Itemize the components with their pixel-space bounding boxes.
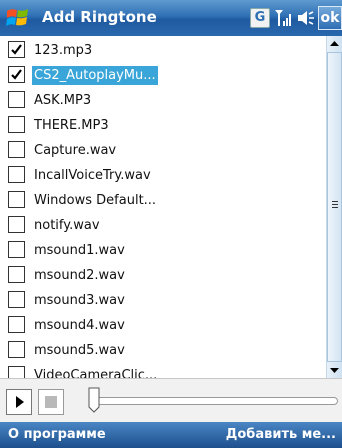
file-name: VideoCameraClic...: [34, 368, 158, 378]
file-list-item[interactable]: msound4.wav: [0, 313, 326, 338]
file-name: msound2.wav: [34, 268, 125, 283]
file-list-item[interactable]: Windows Default...: [0, 188, 326, 213]
seek-track[interactable]: [94, 397, 338, 405]
file-list-item[interactable]: msound5.wav: [0, 338, 326, 363]
file-checkbox[interactable]: [8, 41, 25, 58]
file-name: msound3.wav: [34, 293, 125, 308]
checkmark-icon: [11, 69, 22, 80]
window-title: Add Ringtone: [42, 8, 157, 26]
preview-player: [0, 378, 342, 423]
file-list-item[interactable]: 123.mp3: [0, 38, 326, 63]
file-checkbox[interactable]: [8, 341, 25, 358]
file-checkbox[interactable]: [8, 66, 25, 83]
file-name: ASK.MP3: [34, 93, 92, 108]
file-checkbox[interactable]: [8, 191, 25, 208]
file-name: 123.mp3: [34, 43, 93, 58]
file-list-item[interactable]: msound2.wav: [0, 263, 326, 288]
start-windows-icon[interactable]: [4, 5, 32, 31]
file-name: msound4.wav: [34, 318, 125, 333]
file-list-item[interactable]: notify.wav: [0, 213, 326, 238]
file-checkbox[interactable]: [8, 266, 25, 283]
list-scrollbar[interactable]: [326, 36, 342, 378]
file-checkbox[interactable]: [8, 141, 25, 158]
file-list-item[interactable]: CS2_AutoplayMu...: [0, 63, 326, 88]
ringtone-file-list[interactable]: 123.mp3 CS2_AutoplayMu... ASK.MP3 THERE.MP3…: [0, 36, 326, 378]
scroll-down-button[interactable]: [327, 362, 342, 378]
file-name: msound1.wav: [34, 243, 125, 258]
file-list-item[interactable]: IncallVoiceTry.wav: [0, 163, 326, 188]
network-indicator[interactable]: G: [250, 8, 270, 28]
scroll-thumb[interactable]: [327, 52, 342, 362]
file-name: Windows Default...: [34, 193, 157, 208]
file-name: THERE.MP3: [34, 118, 109, 133]
file-checkbox[interactable]: [8, 366, 25, 378]
stop-button[interactable]: [38, 389, 64, 415]
play-button[interactable]: [6, 389, 32, 415]
file-list-item[interactable]: ASK.MP3: [0, 88, 326, 113]
scroll-up-button[interactable]: [327, 36, 342, 52]
file-checkbox[interactable]: [8, 91, 25, 108]
title-bar: Add Ringtone G ok: [0, 0, 342, 36]
ok-button[interactable]: ok: [318, 6, 342, 30]
file-name: notify.wav: [34, 218, 100, 233]
seek-slider-thumb[interactable]: [88, 387, 100, 413]
signal-icon[interactable]: [274, 6, 294, 30]
file-checkbox[interactable]: [8, 241, 25, 258]
file-name: msound5.wav: [34, 343, 125, 358]
file-checkbox[interactable]: [8, 116, 25, 133]
file-checkbox[interactable]: [8, 291, 25, 308]
file-checkbox[interactable]: [8, 316, 25, 333]
file-list-item[interactable]: Capture.wav: [0, 138, 326, 163]
add-softkey[interactable]: Добавить ме...: [226, 427, 336, 442]
stop-icon: [45, 396, 57, 408]
file-checkbox[interactable]: [8, 216, 25, 233]
file-name: Capture.wav: [34, 143, 117, 158]
softkey-bar: О программе Добавить ме...: [0, 422, 342, 448]
checkmark-icon: [11, 44, 22, 55]
file-list-item[interactable]: msound3.wav: [0, 288, 326, 313]
about-softkey[interactable]: О программе: [8, 427, 106, 442]
file-list-item[interactable]: THERE.MP3: [0, 113, 326, 138]
file-name: IncallVoiceTry.wav: [34, 168, 151, 183]
file-list-item[interactable]: msound1.wav: [0, 238, 326, 263]
file-name: CS2_AutoplayMu...: [32, 66, 158, 85]
file-list-item[interactable]: VideoCameraClic...: [0, 363, 326, 378]
volume-icon[interactable]: [296, 8, 316, 28]
file-checkbox[interactable]: [8, 166, 25, 183]
